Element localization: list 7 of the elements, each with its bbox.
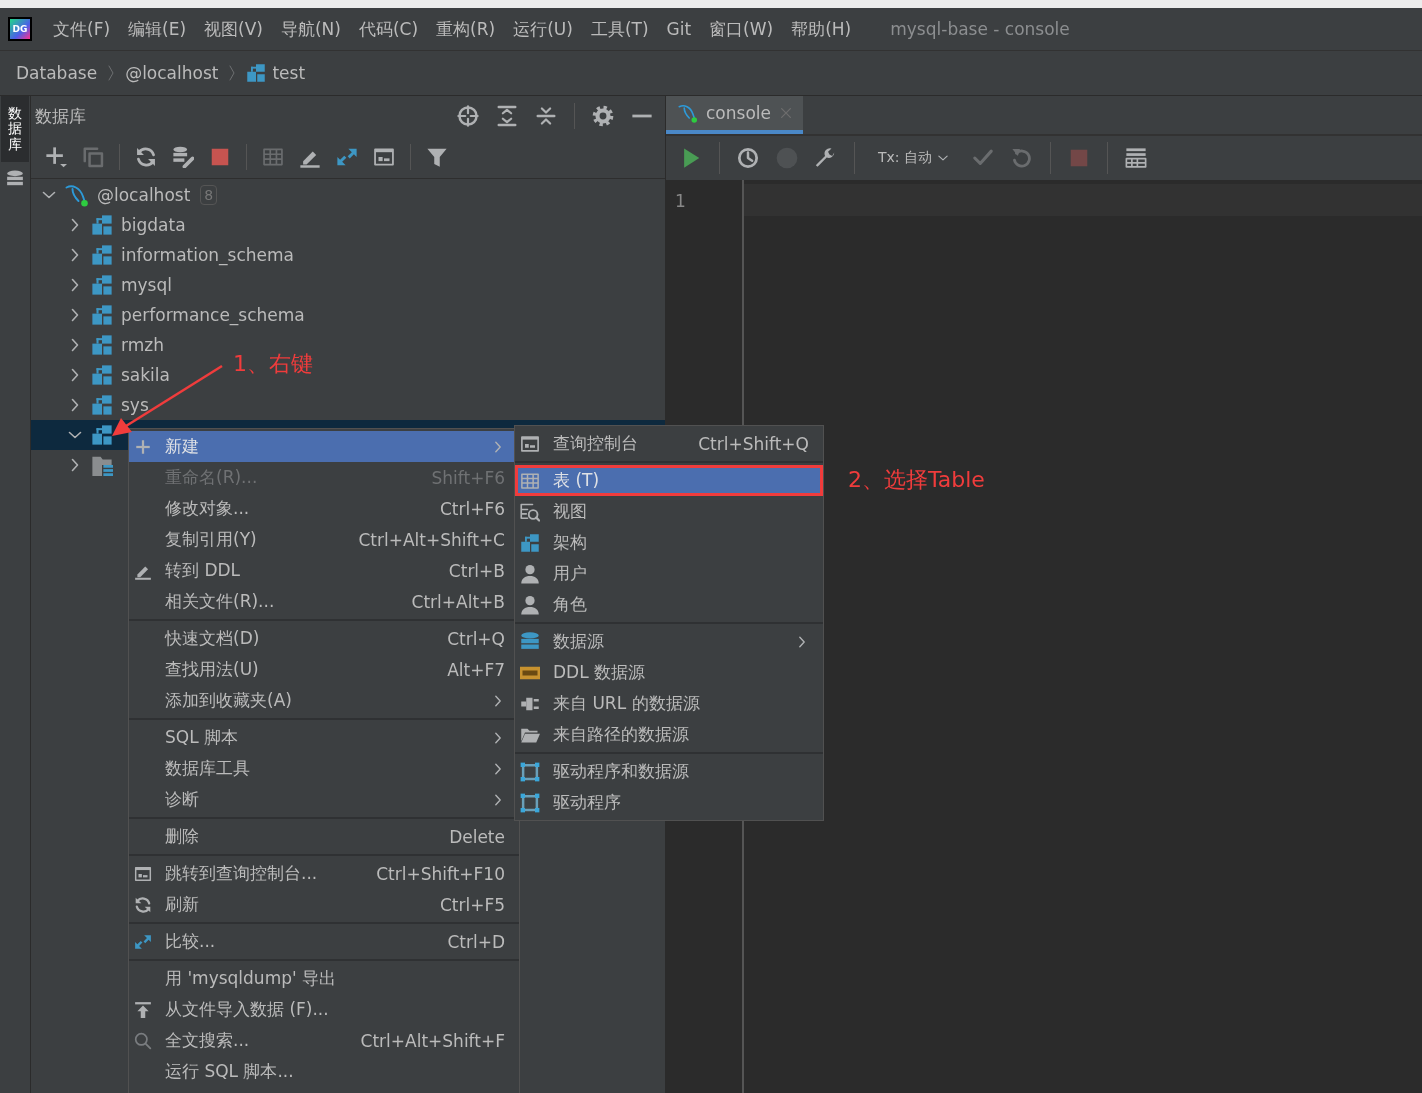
- window-title: mysql-base - console: [890, 19, 1070, 39]
- annotation-text: 2、选择Table: [848, 466, 985, 494]
- panel-title: 数据库: [35, 104, 87, 128]
- annotation-text: 1、右键: [233, 350, 313, 378]
- line-number: 1: [674, 190, 687, 212]
- app-logo: DG: [8, 17, 32, 41]
- count-badge: 8: [200, 185, 218, 205]
